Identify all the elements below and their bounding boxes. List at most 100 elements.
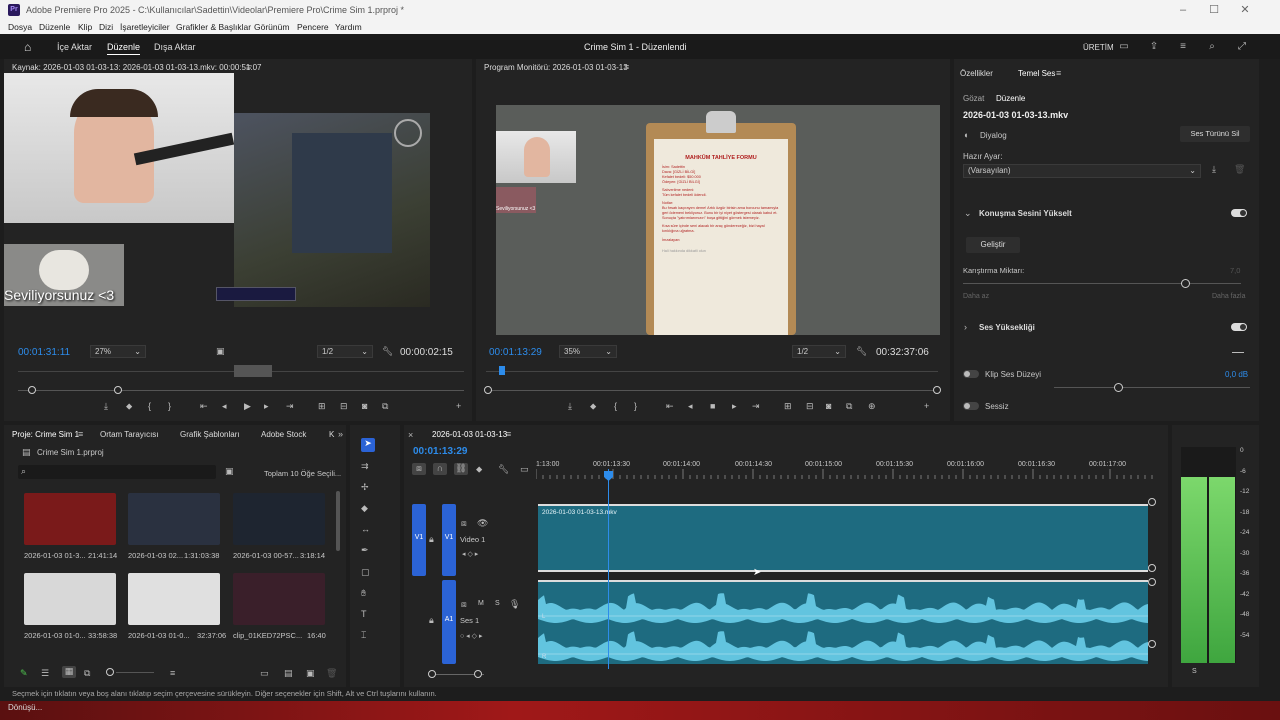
program-zoom-select[interactable]: 35% ⌄ [559,345,617,358]
lock-icon[interactable]: 🔒︎ [429,534,434,545]
panel-menu-icon[interactable]: ≡ [78,429,83,439]
vertical-zoom-handle[interactable] [1148,640,1156,648]
menu-dizi[interactable]: Dizi [99,22,113,32]
source-zoom-bar[interactable] [18,390,464,391]
output-label[interactable]: ÜRETİM [1083,43,1114,52]
clip-volume-value[interactable]: 0,0 dB [1225,370,1248,379]
tab-disa-aktar[interactable]: Dışa Aktar [154,42,196,52]
tab-adobe-stock[interactable]: Adobe Stock [261,430,306,439]
type-tool-icon[interactable]: T [361,609,367,619]
source-zoom-select[interactable]: 27% ⌄ [90,345,146,358]
clear-audio-type-button[interactable]: Ses Türünü Sil [1180,126,1250,142]
share-icon[interactable]: ⇪ [1148,41,1160,52]
panel-layout-icon[interactable]: ▭ [1118,41,1130,52]
thumbnail[interactable] [24,493,116,545]
menu-pencere[interactable]: Pencere [297,22,329,32]
ripple-edit-tool-icon[interactable]: ✢ [361,482,369,493]
panel-menu-icon[interactable]: ≡ [624,62,629,72]
pencil-icon[interactable]: ✎ [20,668,28,679]
razor-tool-icon[interactable]: ◆ [361,503,368,514]
panel-menu-icon[interactable]: ≡ [506,429,511,439]
tab-media-browser[interactable]: Ortam Tarayıcısı [100,430,159,439]
play-icon[interactable]: ▶ [244,401,251,412]
minimize-icon[interactable]: – [1176,3,1190,17]
mix-slider-track[interactable] [963,283,1241,284]
vertical-zoom-handle[interactable] [1148,578,1156,586]
go-to-in-icon[interactable]: ⇤ [666,401,674,412]
zoom-handle-left[interactable] [484,386,492,394]
vertical-zoom-handle[interactable] [1148,564,1156,572]
tab-gozat[interactable]: Gözat [963,94,984,103]
maximize-icon[interactable]: ☐ [1207,3,1221,17]
tab-ice-aktar[interactable]: İçe Aktar [57,42,92,52]
new-item-icon[interactable]: ▣ [306,668,315,679]
thumbnail[interactable] [24,573,116,625]
chevron-right-icon[interactable]: › [964,322,967,332]
video-clip[interactable]: 2026-01-03 01-03-13.mkv [538,504,1148,572]
slip-tool-icon[interactable]: ↔ [361,524,370,534]
panel-menu-icon[interactable]: ≡ [1056,68,1061,78]
comparison-icon[interactable]: ⧉ [846,401,852,412]
save-preset-icon[interactable]: ⤓ [1212,164,1216,175]
program-header[interactable]: Program Monitörü: 2026-01-03 01-03-13 [484,63,628,72]
eye-icon[interactable]: 👁︎ [477,518,488,529]
new-bin-icon[interactable]: ▣ [225,466,234,477]
v1-source-patch[interactable]: V1 [412,504,426,576]
go-to-out-icon[interactable]: ⇥ [752,401,760,412]
extract-icon[interactable]: ⊟ [806,401,814,412]
program-zoom-bar[interactable] [486,390,938,391]
step-forward-icon[interactable]: ▸ [732,401,737,412]
close-icon[interactable]: ✕ [1238,3,1252,17]
fullscreen-icon[interactable]: ⤢ [1236,41,1248,52]
go-to-in-icon[interactable]: ⇤ [200,401,208,412]
chevron-down-icon[interactable]: ⌄ [964,208,972,219]
timeline-timecode[interactable]: 00:01:13:29 [413,446,467,457]
tab-more[interactable]: K [329,430,334,439]
project-scrollbar[interactable] [336,491,340,551]
hand-tool-icon[interactable]: ✋︎ [361,588,366,599]
menu-klip[interactable]: Klip [78,22,92,32]
thumb-size-slider-thumb[interactable] [106,668,114,676]
a1-track-target[interactable]: A1 [442,580,456,664]
source-inout-region[interactable] [234,365,272,377]
menu-lines-icon[interactable]: ≡ [1177,41,1189,52]
menu-duzenle[interactable]: Düzenle [39,22,70,32]
freeform-view-icon[interactable]: ⧉ [84,668,90,679]
section-loudness[interactable]: Ses Yüksekliği [979,323,1035,332]
out-point-icon[interactable]: } [634,401,637,411]
program-playhead[interactable] [499,366,505,375]
source-res-select[interactable]: 1/2 ⌄ [317,345,373,358]
overflow-icon[interactable]: » [338,429,343,439]
close-tab-icon[interactable]: × [408,430,413,440]
zoom-handle-right[interactable] [933,386,941,394]
marker-icon[interactable]: ⬥ [590,401,596,412]
zoom-handle-left[interactable] [28,386,36,394]
tab-duzenle[interactable]: Düzenle [107,42,141,55]
auto-sequence-icon[interactable]: ▭ [260,668,269,679]
sync-lock-icon[interactable]: ⧈ [461,518,467,529]
sync-lock-icon[interactable]: ⧈ [461,599,467,610]
solo-track-button[interactable]: S [495,600,500,607]
preset-select[interactable]: (Varsayılan) ⌄ [963,164,1201,178]
delete-preset-icon[interactable]: 🗑︎ [1234,164,1245,175]
menu-gorunum[interactable]: Görünüm [254,22,289,32]
tab-graphic-templates[interactable]: Grafik Şablonları [180,430,240,439]
search-input[interactable] [18,465,216,479]
out-point-icon[interactable]: } [168,401,171,411]
camera-icon[interactable]: ◙ [362,401,367,411]
find-icon[interactable]: ▤ [284,668,293,679]
step-back-icon[interactable]: ◂ [222,401,227,412]
pen-tool-icon[interactable]: ✒ [361,545,369,556]
audio-clip[interactable] [538,580,1148,664]
lift-clip-icon[interactable]: ⊞ [784,401,792,412]
in-point-icon[interactable]: { [614,401,617,411]
thumbnail[interactable] [233,573,325,625]
program-ruler[interactable] [486,371,938,372]
vertical-zoom-handle[interactable] [1148,498,1156,506]
enhance-button[interactable]: Geliştir [966,237,1020,253]
menu-grafikler[interactable]: Grafikler & Başlıklar [176,22,251,32]
step-forward-icon[interactable]: ▸ [264,401,269,412]
button-editor-icon[interactable]: ⊕ [868,401,876,412]
program-res-select[interactable]: 1/2 ⌄ [792,345,846,358]
wrench-icon[interactable]: 🔧︎ [382,346,393,357]
